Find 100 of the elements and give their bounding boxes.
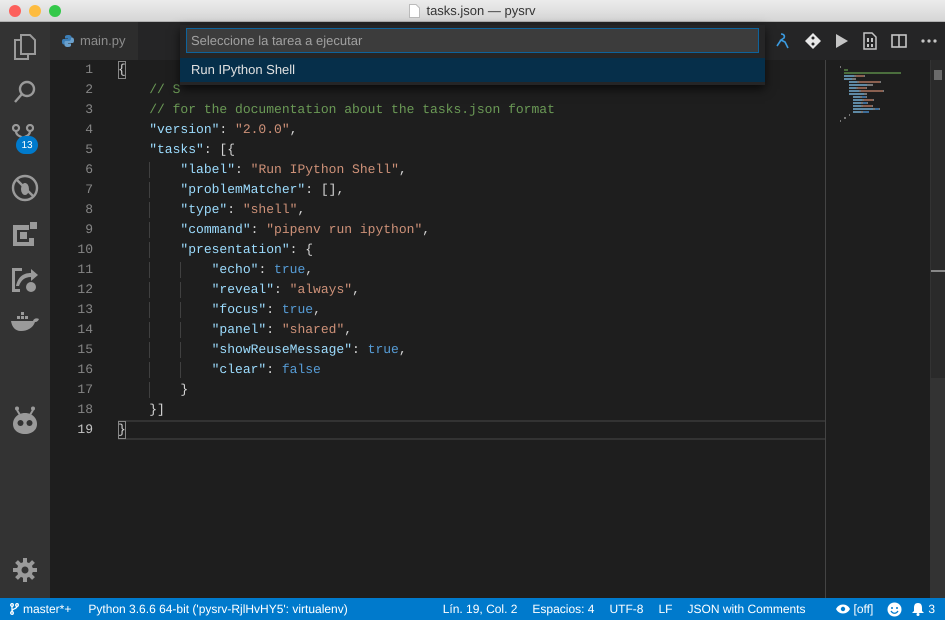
code-token: : [266, 321, 276, 339]
close-window-button[interactable] [9, 4, 21, 16]
extensions-icon[interactable] [13, 222, 37, 246]
code-token: "command" [179, 221, 251, 239]
code-token: true [282, 301, 314, 319]
task-option[interactable]: Run IPython Shell [180, 58, 765, 82]
code-token: "Run IPython Shell" [250, 161, 399, 179]
alien-icon[interactable] [12, 406, 38, 434]
code-token: : [266, 301, 276, 319]
search-icon[interactable] [13, 80, 37, 104]
line-number: 13 [76, 301, 93, 320]
code-token: , [422, 221, 430, 239]
files-icon[interactable] [13, 34, 37, 60]
file-icon [409, 4, 420, 18]
code-token: "reveal" [210, 281, 274, 299]
code-token: }] [148, 401, 165, 419]
more-icon[interactable] [921, 39, 937, 43]
code-token: : [235, 161, 244, 179]
bell-icon [912, 602, 924, 616]
split-editor-icon[interactable] [891, 34, 907, 48]
line-number: 2 [84, 81, 93, 100]
line-number: 3 [84, 101, 93, 120]
no-bug-icon[interactable] [11, 174, 39, 202]
code-token: "shared" [282, 321, 344, 339]
branch-icon [10, 603, 19, 615]
code-token: "problemMatcher" [179, 181, 306, 199]
code-token: , [398, 161, 407, 179]
interpreter-status[interactable]: Python 3.6.6 64-bit ('pysrv-RjlHvHY5': virtualenv) [88, 600, 348, 618]
line-number: 16 [76, 361, 93, 380]
eye-icon [836, 604, 850, 614]
whale-icon[interactable] [11, 312, 39, 332]
code-token: "version" [148, 121, 220, 139]
code-comment: // S [148, 81, 180, 99]
code-token: "echo" [210, 261, 258, 279]
window-title: tasks.json — pysrv [426, 2, 536, 20]
changes-badge: 13 [16, 136, 38, 154]
branch-status[interactable]: master*+ [10, 600, 72, 618]
diamond-icon[interactable] [805, 33, 821, 49]
code-token: "2.0.0" [235, 121, 290, 139]
line-number: 17 [76, 381, 93, 400]
task-search-field[interactable]: Seleccione la tarea a ejecutar [186, 28, 759, 53]
code-token: : { [290, 241, 314, 259]
code-token: "tasks" [148, 141, 204, 159]
line-number: 6 [84, 161, 93, 180]
code-token: : [352, 341, 361, 359]
line-number: 5 [84, 141, 93, 160]
cursor-position-status[interactable]: Lín. 19, Col. 2 [442, 600, 518, 618]
line-number: 14 [76, 321, 93, 340]
code-comment: // for the documentation about the tasks.json format [148, 101, 555, 119]
line-number: 11 [76, 261, 93, 280]
code-token: , [313, 301, 321, 319]
line-number: 18 [76, 401, 93, 420]
code-token: "shell" [242, 201, 298, 219]
line-number: 12 [76, 281, 93, 300]
binary-file-icon[interactable] [863, 32, 877, 50]
code-token: : [266, 361, 276, 379]
code-token: true [274, 261, 306, 279]
python-icon [62, 35, 74, 47]
code-token: "clear" [210, 361, 266, 379]
line-number: 15 [76, 341, 93, 360]
line-number: 19 [76, 421, 93, 440]
code-token: "focus" [210, 301, 266, 319]
encoding-status[interactable]: UTF-8 [609, 600, 644, 618]
code-token: , [344, 321, 352, 339]
matched-bracket: } [118, 421, 126, 439]
line-number: 10 [76, 241, 93, 260]
indentation-status[interactable]: Espacios: 4 [532, 600, 594, 618]
line-number: 1 [84, 61, 93, 80]
code-token: "label" [179, 161, 236, 179]
preview-status[interactable]: [off] [836, 600, 874, 618]
line-number: 7 [84, 181, 93, 200]
editor-tab[interactable]: main.py [50, 22, 138, 60]
code-token: : [274, 281, 283, 299]
code-token: "panel" [210, 321, 266, 339]
notifications-status[interactable]: 3 [912, 600, 935, 618]
code-token: : [227, 201, 236, 219]
code-token: : [258, 261, 268, 279]
code-token: "presentation" [179, 241, 290, 259]
code-token: : [{ [204, 141, 236, 159]
code-token: , [398, 341, 407, 359]
code-token: , [305, 261, 314, 279]
play-icon[interactable] [835, 33, 849, 49]
line-number: 8 [84, 201, 93, 220]
code-token: , [290, 121, 298, 139]
line-number: 9 [84, 221, 93, 240]
language-status[interactable]: JSON with Comments [687, 600, 806, 618]
code-token: false [282, 361, 321, 379]
share-arrow-icon[interactable] [12, 266, 38, 292]
matched-bracket: { [118, 61, 126, 79]
code-token: , [352, 281, 360, 299]
code-token: : [], [305, 181, 344, 199]
code-token: "always" [290, 281, 352, 299]
code-token: "type" [179, 201, 228, 219]
line-number: 4 [84, 121, 93, 140]
code-token: } [179, 381, 188, 399]
code-token: "showReuseMessage" [210, 341, 352, 359]
code-token: "pipenv run ipython" [266, 221, 422, 239]
code-token: , [297, 201, 306, 219]
line-ending-status[interactable]: LF [658, 600, 672, 618]
code-token: : [219, 121, 228, 139]
